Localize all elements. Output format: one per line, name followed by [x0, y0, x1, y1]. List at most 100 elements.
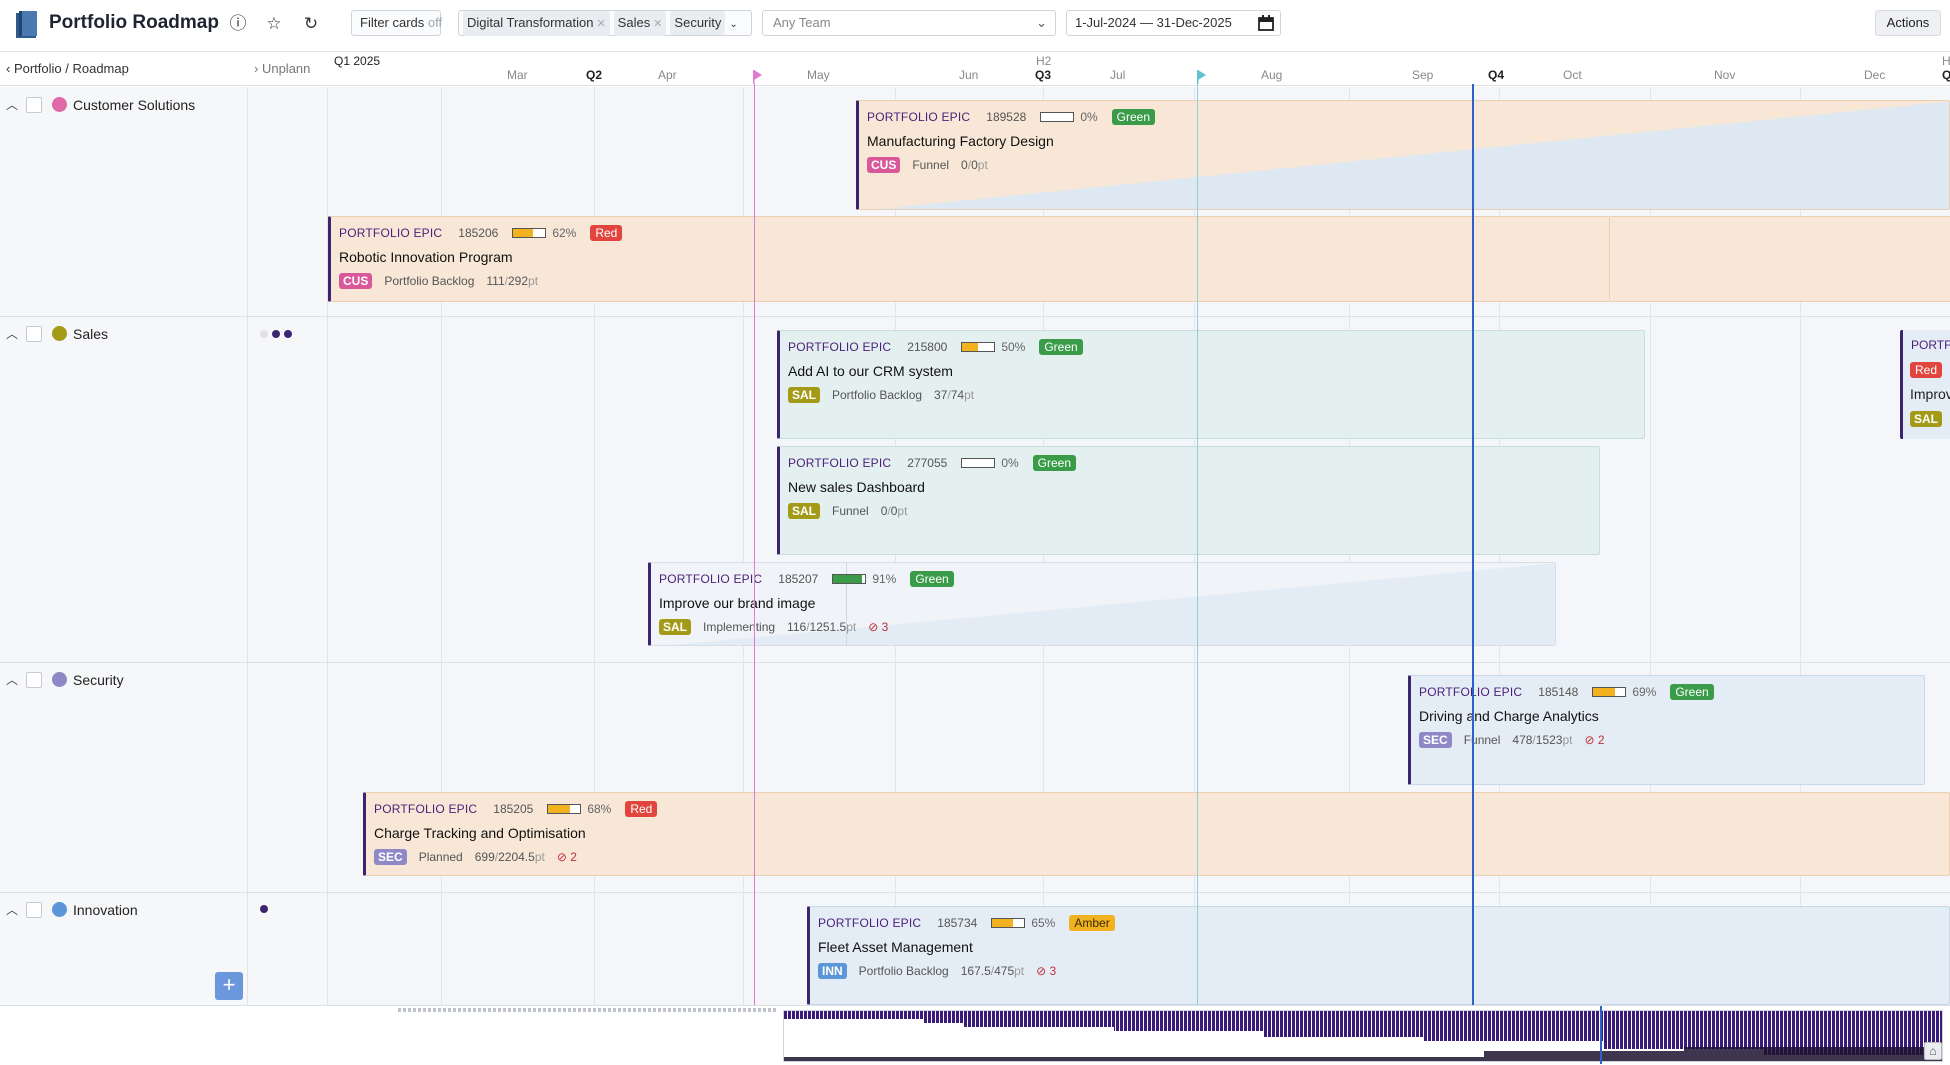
- card-title[interactable]: Improv: [1910, 386, 1950, 402]
- breadcrumb[interactable]: ‹ Portfolio / Roadmap: [6, 61, 129, 76]
- lane-header[interactable]: ︿ Innovation: [6, 901, 138, 918]
- date-range-field[interactable]: 1-Jul-2024 — 31-Dec-2025: [1066, 10, 1281, 36]
- unplanned-item-dot[interactable]: [284, 330, 292, 338]
- card-id[interactable]: 185148: [1538, 685, 1578, 699]
- month-label: Aug: [1261, 68, 1283, 82]
- epic-card[interactable]: PORTFOLIO EPIC 185734 65% Amber Fleet As…: [807, 906, 1950, 1005]
- card-title[interactable]: Charge Tracking and Optimisation: [374, 825, 586, 841]
- lane-checkbox[interactable]: [26, 325, 42, 342]
- actions-button[interactable]: Actions: [1875, 10, 1941, 36]
- quarter-label: Q3: [1035, 68, 1052, 82]
- epic-card[interactable]: PORTFOLIO EPIC 215800 50% Green Add AI t…: [777, 330, 1645, 439]
- tag-filter[interactable]: Digital Transformation ✕ Sales ✕ Security ⌄: [458, 10, 752, 36]
- card-points: 0/0pt: [961, 158, 988, 172]
- card-points: 699/2204.5pt: [474, 850, 545, 864]
- blocked-count[interactable]: ⊘ 2: [557, 850, 577, 864]
- info-icon[interactable]: ⓘ: [227, 13, 249, 35]
- blocked-count[interactable]: ⊘ 3: [1036, 964, 1056, 978]
- card-points: 37/74pt: [934, 388, 975, 402]
- lane-checkbox[interactable]: [26, 96, 42, 113]
- epic-card[interactable]: PORTFOLIO EPIC 185205 68% Red Charge Tra…: [363, 792, 1950, 876]
- card-id[interactable]: 277055: [907, 456, 947, 470]
- timeline-start-label: Q1 2025: [334, 54, 381, 68]
- card-id[interactable]: 185205: [493, 802, 533, 816]
- card-id[interactable]: 185734: [937, 916, 977, 930]
- tag-chip[interactable]: Sales ✕: [613, 11, 667, 36]
- month-label: Jun: [959, 68, 979, 82]
- epic-card[interactable]: PORTFOLIO EPIC 185207 91% Green Improve …: [648, 562, 1556, 646]
- half-label: H: [1942, 54, 1950, 68]
- unplanned-item-dot[interactable]: [260, 905, 268, 913]
- refresh-icon[interactable]: ↻: [300, 13, 322, 35]
- milestone-line-teal: [1197, 84, 1198, 1005]
- progress-percent: 50%: [1001, 340, 1026, 354]
- card-type: PORTFOLIO EPIC: [867, 110, 971, 124]
- tag-chip[interactable]: Digital Transformation ✕: [463, 11, 610, 36]
- lane-header[interactable]: ︿ Security: [6, 671, 124, 688]
- team-badge: CUS: [867, 157, 901, 173]
- lane-header[interactable]: ︿ Customer Solutions: [6, 96, 195, 113]
- lane-checkbox[interactable]: [26, 901, 42, 918]
- card-title[interactable]: Improve our brand image: [659, 595, 815, 611]
- chevron-up-icon[interactable]: ︿: [6, 671, 20, 688]
- month-label: Dec: [1864, 68, 1886, 82]
- remove-tag-icon[interactable]: ✕: [596, 18, 605, 30]
- lane-header-column: [0, 87, 248, 1005]
- tag-chip[interactable]: Security: [670, 11, 726, 35]
- card-id[interactable]: 215800: [907, 340, 947, 354]
- epic-card[interactable]: PORTFOLIO EPIC 185148 69% Green Driving …: [1408, 675, 1925, 785]
- unplanned-item-dot[interactable]: [260, 330, 268, 338]
- lane-checkbox[interactable]: [26, 671, 42, 688]
- status-badge: Red: [590, 225, 623, 241]
- page-title: Portfolio Roadmap: [49, 12, 219, 33]
- card-title[interactable]: Driving and Charge Analytics: [1419, 708, 1599, 724]
- chevron-left-icon[interactable]: ‹: [6, 61, 14, 76]
- add-item-button[interactable]: +: [215, 972, 243, 1000]
- progress-percent: 0%: [1080, 110, 1098, 124]
- card-title[interactable]: Add AI to our CRM system: [788, 363, 953, 379]
- card-stage: Portfolio Backlog: [858, 964, 949, 978]
- card-title[interactable]: Fleet Asset Management: [818, 939, 973, 955]
- lane-separator: [0, 662, 1950, 663]
- team-select[interactable]: Any Team ⌄: [762, 10, 1056, 36]
- chevron-up-icon[interactable]: ︿: [6, 96, 20, 113]
- quarter-label: Q2: [586, 68, 603, 82]
- unplanned-column-header[interactable]: › Unplann: [254, 61, 320, 76]
- epic-card-offscreen[interactable]: PORTF Red Improv SAL: [1900, 330, 1950, 439]
- toolbar: Portfolio Roadmap ⓘ ☆ ↻ Filter cards off…: [0, 0, 1950, 52]
- card-extension: [1610, 216, 1950, 302]
- card-points: 116/1251.5pt: [787, 620, 857, 634]
- card-title[interactable]: Manufacturing Factory Design: [867, 133, 1054, 149]
- progress-bar: [512, 228, 547, 238]
- teal-flag-icon[interactable]: [1194, 70, 1206, 84]
- lane-color-dot: [52, 672, 67, 687]
- milestone-line-pink: [754, 84, 755, 1005]
- blocked-count[interactable]: ⊘ 2: [1584, 733, 1604, 747]
- month-label: Jul: [1110, 68, 1126, 82]
- card-id[interactable]: 189528: [986, 110, 1026, 124]
- remove-tag-icon[interactable]: ✕: [653, 18, 662, 30]
- epic-card[interactable]: PORTFOLIO EPIC 277055 0% Green New sales…: [777, 446, 1600, 555]
- camera-icon[interactable]: ⌂: [1924, 1042, 1942, 1060]
- epic-card[interactable]: PORTFOLIO EPIC 185206 62% Red Robotic In…: [328, 216, 1610, 302]
- chevron-up-icon[interactable]: ︿: [6, 325, 20, 342]
- epic-card[interactable]: PORTFOLIO EPIC 189528 0% Green Manufactu…: [856, 100, 1950, 210]
- lane-name: Security: [73, 671, 124, 688]
- overview-viewport[interactable]: [783, 1010, 1943, 1062]
- unplanned-item-dot[interactable]: [272, 330, 280, 338]
- filter-cards-button[interactable]: Filter cards off: [351, 10, 442, 36]
- overview-minibars: [398, 1008, 778, 1012]
- card-id[interactable]: 185207: [778, 572, 818, 586]
- card-title[interactable]: Robotic Innovation Program: [339, 249, 513, 265]
- chevron-up-icon[interactable]: ︿: [6, 901, 20, 918]
- star-icon[interactable]: ☆: [263, 13, 285, 35]
- team-badge: CUS: [339, 273, 373, 289]
- lane-header[interactable]: ︿ Sales: [6, 325, 108, 342]
- pink-flag-icon[interactable]: [750, 70, 762, 84]
- card-title[interactable]: New sales Dashboard: [788, 479, 925, 495]
- calendar-icon[interactable]: [1257, 14, 1275, 32]
- roadmap-book-icon: [16, 11, 37, 38]
- card-id[interactable]: 185206: [458, 226, 498, 240]
- chevron-right-icon[interactable]: ›: [254, 61, 262, 76]
- blocked-count[interactable]: ⊘ 3: [868, 620, 888, 634]
